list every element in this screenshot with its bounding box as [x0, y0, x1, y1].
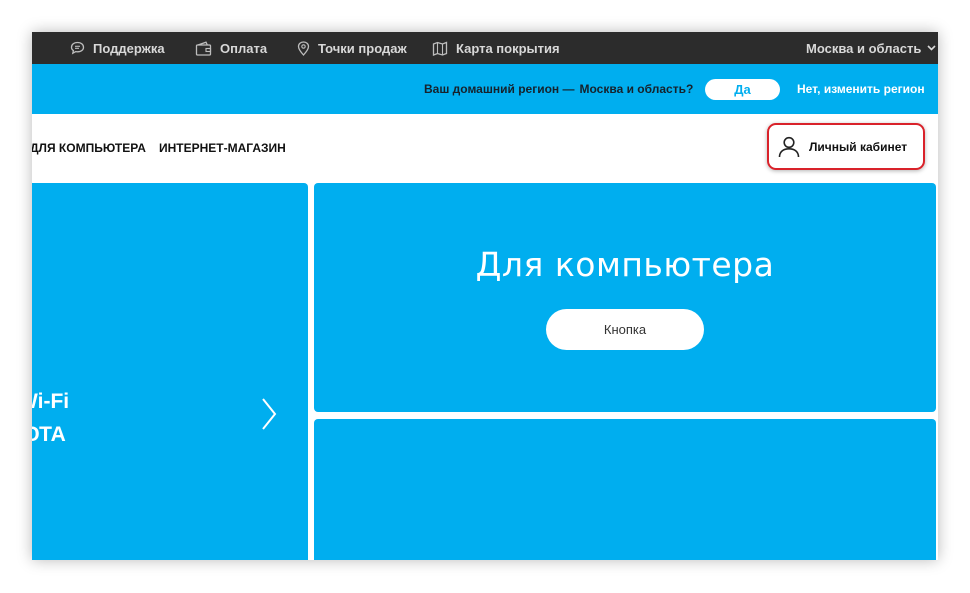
region-question-text: Ваш домашний регион — Москва и область? — [424, 64, 693, 114]
chat-bubble-icon — [70, 41, 85, 55]
topbar-coverage-map-link[interactable]: Карта покрытия — [432, 32, 560, 64]
main-nav: ДЛЯ КОМПЬЮТЕРА ИНТЕРНЕТ-МАГАЗИН Личный к… — [32, 114, 938, 181]
user-icon — [778, 136, 800, 158]
topbar-support-link[interactable]: Поддержка — [70, 32, 165, 64]
browser-viewport: Поддержка Оплата Точки продаж Карта покр… — [32, 32, 938, 560]
promo-card-left[interactable]: Wi-Fi ЮТА — [32, 183, 308, 560]
wallet-icon — [195, 40, 212, 56]
map-icon — [432, 41, 448, 56]
personal-account-button[interactable]: Личный кабинет — [777, 132, 917, 162]
promo-card-bottom — [314, 419, 936, 560]
promo-left-line2: ЮТА — [32, 423, 66, 446]
promo-card-title: Для компьютера — [475, 245, 775, 284]
region-question-prefix: Ваш домашний регион — — [424, 82, 575, 96]
promo-card-button[interactable]: Кнопка — [546, 309, 704, 350]
topbar-support-label: Поддержка — [93, 40, 165, 56]
topbar-sales-points-label: Точки продаж — [318, 40, 407, 56]
chevron-down-icon — [927, 45, 936, 51]
region-confirm-bar: Ваш домашний регион — Москва и область? … — [32, 64, 938, 114]
region-question-region: Москва и область? — [579, 82, 694, 96]
location-pin-icon — [297, 40, 310, 56]
region-selector[interactable]: Москва и область — [806, 32, 938, 64]
region-change-link[interactable]: Нет, изменить регион — [797, 64, 925, 114]
region-selector-label: Москва и область — [806, 40, 922, 56]
region-yes-button[interactable]: Да — [705, 79, 780, 100]
nav-for-computer[interactable]: ДЛЯ КОМПЬЮТЕРА — [32, 114, 146, 181]
chevron-right-icon[interactable] — [260, 397, 278, 431]
promo-card-computer: Для компьютера Кнопка — [314, 183, 936, 412]
promo-area: Wi-Fi ЮТА Для компьютера Кнопка — [32, 181, 938, 560]
promo-left-text: Wi-Fi ЮТА — [32, 385, 69, 451]
top-bar: Поддержка Оплата Точки продаж Карта покр… — [32, 32, 938, 64]
promo-left-line1: Wi-Fi — [32, 390, 70, 413]
topbar-payment-label: Оплата — [220, 40, 268, 56]
nav-online-store[interactable]: ИНТЕРНЕТ-МАГАЗИН — [159, 114, 286, 181]
topbar-sales-points-link[interactable]: Точки продаж — [297, 32, 407, 64]
topbar-coverage-map-label: Карта покрытия — [456, 40, 560, 56]
topbar-payment-link[interactable]: Оплата — [195, 32, 267, 64]
personal-account-label: Личный кабинет — [809, 140, 908, 154]
